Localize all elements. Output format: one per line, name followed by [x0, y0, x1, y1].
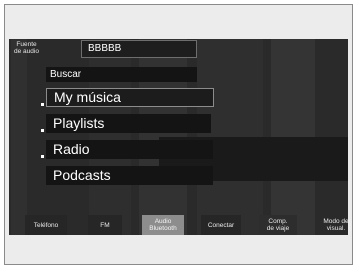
row-marker	[41, 155, 44, 158]
trip-computer-label-line1: Comp.	[268, 218, 288, 225]
background-band	[11, 39, 27, 235]
display-mode-label-line2: visual.	[326, 225, 346, 232]
trip-computer-button[interactable]: Comp. de viaje	[259, 215, 297, 235]
menu-item-playlists[interactable]: Playlists	[46, 114, 211, 133]
row-marker	[41, 103, 44, 106]
audio-source-label-line2: de audio	[14, 48, 39, 55]
menu-item-buscar[interactable]: Buscar	[46, 67, 197, 82]
conectar-button-label: Conectar	[207, 221, 235, 229]
display-mode-label-line1: Modo de	[323, 218, 349, 225]
audio-source-value: BBBBB	[81, 40, 197, 58]
menu-item-my-musica[interactable]: My música	[46, 88, 214, 107]
display-mode-button[interactable]: Modo de visual.	[316, 215, 356, 235]
conectar-button[interactable]: Conectar	[201, 215, 241, 235]
row-marker	[41, 129, 44, 132]
trip-computer-label-line2: de viaje	[266, 225, 290, 232]
audio-source-label-line1: Fuente	[16, 41, 37, 48]
fm-button-label: FM	[100, 221, 110, 229]
audio-source-label[interactable]: Fuente de audio	[12, 41, 41, 55]
menu-item-podcasts[interactable]: Podcasts	[46, 166, 213, 185]
menu-item-radio[interactable]: Radio	[46, 140, 213, 159]
fm-button[interactable]: FM	[88, 215, 122, 235]
audio-bluetooth-label-line2: Bluetooth	[149, 225, 177, 232]
audio-bluetooth-button[interactable]: Audio Bluetooth	[142, 215, 184, 235]
audio-bluetooth-label-line1: Audio	[154, 218, 172, 225]
telefono-button-label: Teléfono	[33, 221, 59, 229]
telefono-button[interactable]: Teléfono	[25, 215, 67, 235]
